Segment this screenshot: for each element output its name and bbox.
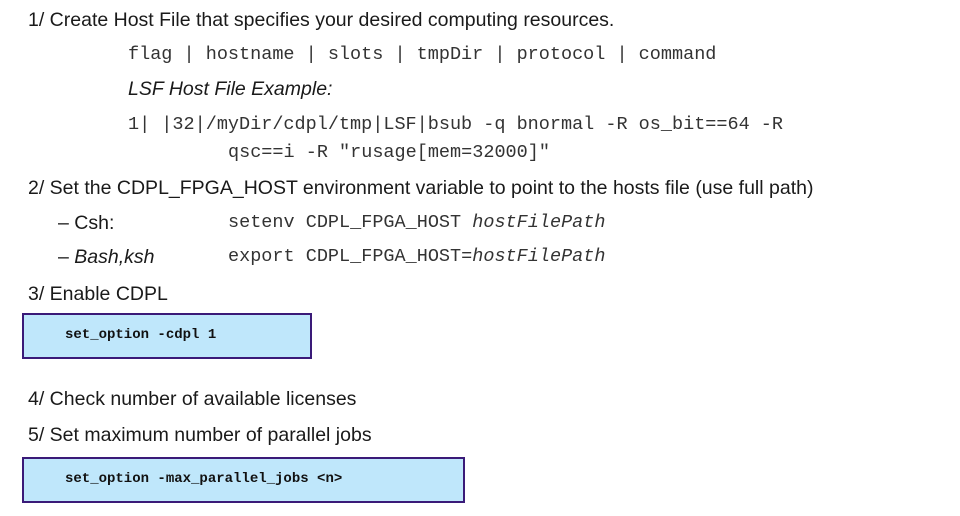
cdpl-command: set_option -cdpl 1 <box>65 327 217 343</box>
host-file-fields: flag | hostname | slots | tmpDir | proto… <box>128 44 717 65</box>
csh-command-text: setenv CDPL_FPGA_HOST <box>228 212 473 233</box>
lsf-example-label: LSF Host File Example: <box>128 78 333 100</box>
step1-heading: 1/ Create Host File that specifies your … <box>28 9 615 31</box>
bash-label-text: Bash,ksh <box>74 246 155 268</box>
step4-heading: 4/ Check number of available licenses <box>28 388 357 410</box>
step2-heading: 2/ Set the CDPL_FPGA_HOST environment va… <box>28 177 814 199</box>
bash-label: – Bash,ksh <box>58 245 154 269</box>
csh-command: setenv CDPL_FPGA_HOST hostFilePath <box>228 211 605 235</box>
max-parallel-jobs-command-box: set_option -max_parallel_jobs <n> <box>22 457 465 503</box>
step3-heading: 3/ Enable CDPL <box>28 283 168 305</box>
lsf-example-line1: 1| |32|/myDir/cdpl/tmp|LSF|bsub -q bnorm… <box>128 114 784 135</box>
cdpl-command-box: set_option -cdpl 1 <box>22 313 312 359</box>
bash-host-file-path: hostFilePath <box>472 246 606 267</box>
bash-command-text: export CDPL_FPGA_HOST= <box>228 246 473 267</box>
csh-host-file-path: hostFilePath <box>472 212 606 233</box>
step5-heading: 5/ Set maximum number of parallel jobs <box>28 424 372 446</box>
max-parallel-jobs-command: set_option -max_parallel_jobs <n> <box>65 471 343 487</box>
bash-dash: – <box>58 246 75 268</box>
bash-command: export CDPL_FPGA_HOST=hostFilePath <box>228 245 605 269</box>
csh-label: – Csh: <box>58 212 115 234</box>
lsf-example-line2: qsc==i -R "rusage[mem=32000]" <box>228 142 550 163</box>
